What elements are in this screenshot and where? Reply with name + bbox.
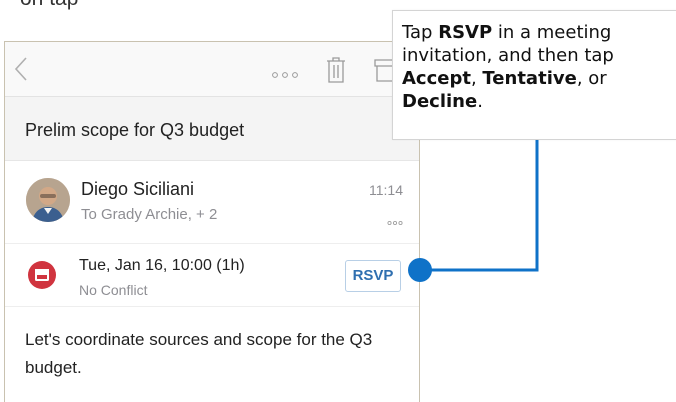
callout-text: Tap RSVP in a meeting invitation, and th… bbox=[402, 22, 614, 112]
callout-accept: Accept bbox=[402, 68, 471, 89]
callout-rsvp: RSVP bbox=[438, 22, 493, 43]
callout-tentative: Tentative bbox=[482, 68, 577, 89]
callout-decline: Decline bbox=[402, 91, 478, 112]
instruction-callout: Tap RSVP in a meeting invitation, and th… bbox=[392, 10, 676, 140]
